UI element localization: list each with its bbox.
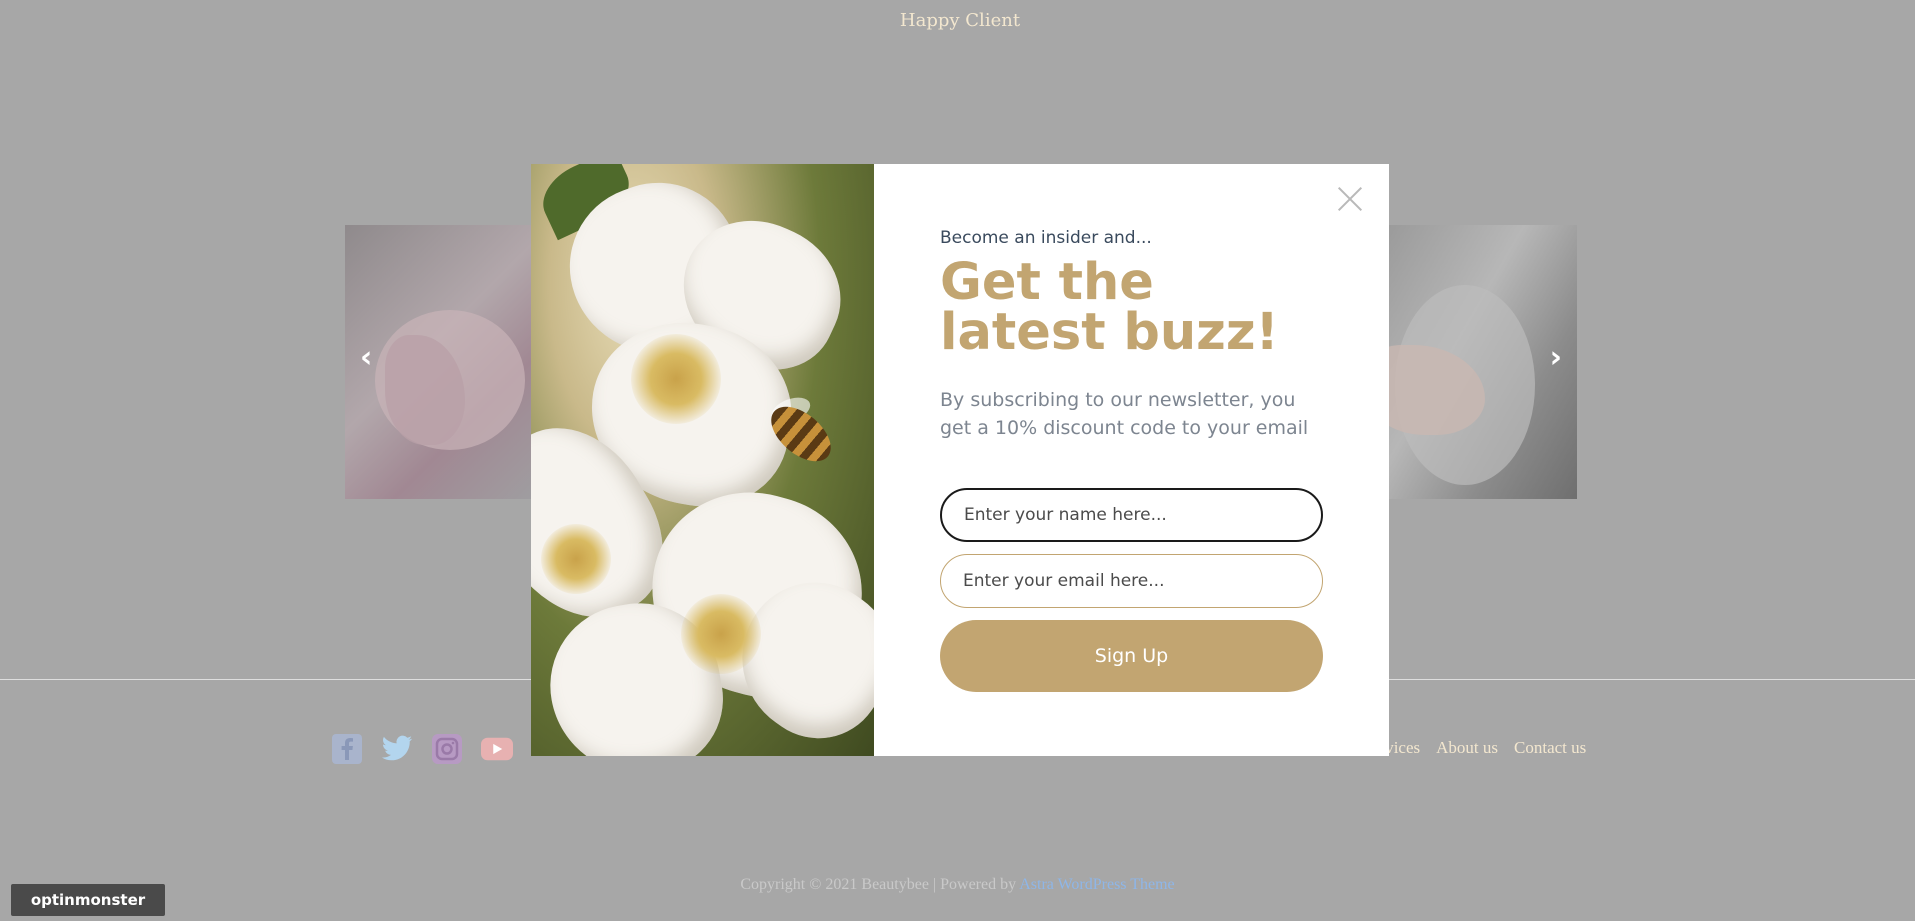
- copyright: Copyright © 2021 Beautybee | Powered by …: [0, 876, 1915, 894]
- instagram-icon[interactable]: [431, 733, 463, 765]
- facebook-icon[interactable]: [331, 733, 363, 765]
- carousel-slide-right: ›: [1385, 225, 1577, 499]
- cherry-blossom-bee-image: [531, 164, 874, 756]
- popup-subtext: By subscribing to our newsletter, you ge…: [940, 389, 1309, 439]
- carousel-prev-icon[interactable]: ‹: [360, 343, 372, 373]
- popup-content: Become an insider and... Get the latest …: [874, 164, 1389, 756]
- email-field[interactable]: [940, 554, 1323, 608]
- popup-eyebrow: Become an insider and...: [940, 228, 1152, 248]
- optinmonster-badge[interactable]: optinmonster: [11, 884, 165, 916]
- carousel-slide-left: ‹: [345, 225, 531, 499]
- youtube-icon[interactable]: [481, 733, 513, 765]
- copyright-text: Copyright © 2021 Beautybee | Powered by: [740, 876, 1020, 893]
- twitter-icon[interactable]: [381, 733, 413, 765]
- social-links: [331, 733, 513, 765]
- carousel-next-icon[interactable]: ›: [1550, 343, 1562, 373]
- footer-nav: ervices About us Contact us: [1372, 738, 1586, 758]
- name-field[interactable]: [940, 488, 1323, 542]
- popup-headline: Get the latest buzz!: [940, 253, 1279, 362]
- testimonial-author: Happy Client: [899, 10, 1021, 31]
- newsletter-popup: Become an insider and... Get the latest …: [531, 164, 1389, 756]
- close-icon[interactable]: [1337, 186, 1363, 212]
- theme-link[interactable]: Astra WordPress Theme: [1019, 876, 1174, 893]
- footer-nav-contact[interactable]: Contact us: [1514, 738, 1586, 758]
- signup-button[interactable]: Sign Up: [940, 620, 1323, 692]
- footer-nav-about[interactable]: About us: [1436, 738, 1498, 758]
